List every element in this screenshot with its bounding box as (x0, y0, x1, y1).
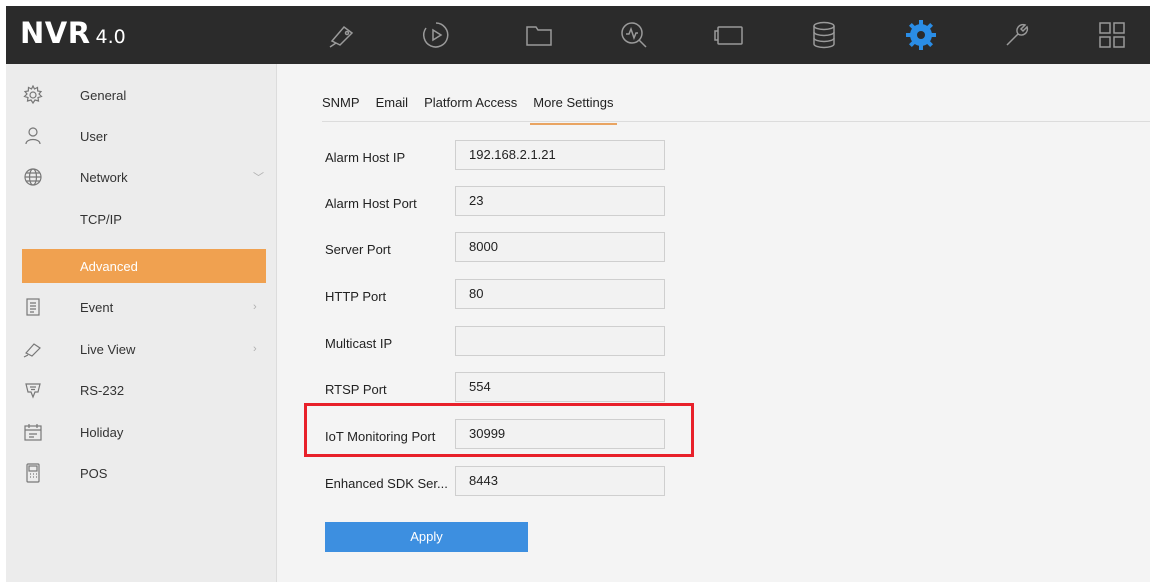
sidebar-item-event[interactable]: Event › (6, 288, 276, 326)
sidebar-item-label: General (80, 87, 127, 103)
sidebar-item-network[interactable]: Network ﹀ (6, 158, 276, 196)
tab-more-settings[interactable]: More Settings (530, 88, 618, 125)
sidebar-item-label: User (80, 128, 108, 144)
sidebar-item-rs-232[interactable]: RS-232 (6, 371, 276, 409)
camera-management-icon[interactable] (712, 18, 748, 52)
chevron-right-icon: › (253, 301, 257, 313)
sidebar-item-label: Holiday (80, 424, 124, 440)
http-port-input[interactable]: 80 (455, 279, 665, 309)
sidebar-item-label: Event (80, 299, 114, 315)
pos-terminal-icon (22, 462, 44, 484)
server-port-label: Server Port (325, 242, 391, 257)
gear-outline-icon (22, 84, 44, 106)
sidebar-item-label: RS-232 (80, 382, 125, 398)
sidebar-item-label: TCP/IP (80, 211, 122, 227)
tab-email[interactable]: Email (376, 88, 409, 118)
multicast-ip-label: Multicast IP (325, 336, 393, 351)
storage-icon[interactable] (806, 18, 842, 52)
sidebar-item-live-view[interactable]: Live View › (6, 330, 276, 368)
menu-grid-icon[interactable] (1094, 18, 1130, 52)
globe-icon (22, 166, 44, 188)
logo-version-text: 4.0 (95, 26, 126, 48)
chevron-down-icon: ﹀ (253, 172, 264, 184)
nvr-window: NVR 4.0 General User Network ﹀ TCP/IP Ad… (6, 6, 1150, 582)
server-port-input[interactable]: 8000 (455, 232, 665, 262)
http-port-label: HTTP Port (325, 289, 387, 304)
rs232-port-icon (22, 379, 44, 401)
rtsp-port-label: RTSP Port (325, 382, 387, 397)
sidebar-item-label: Network (80, 169, 128, 185)
apply-button[interactable]: Apply (325, 522, 528, 552)
sidebar-item-general[interactable]: General (6, 76, 276, 114)
chevron-right-icon: › (253, 343, 257, 355)
smart-analysis-icon[interactable] (616, 18, 652, 52)
calendar-icon (22, 421, 44, 443)
camera-icon (22, 338, 44, 360)
configuration-gear-icon[interactable] (903, 18, 939, 52)
enhanced-sdk-service-port-input[interactable]: 8443 (455, 466, 665, 496)
alarm-host-ip-input[interactable]: 192.168.2.1.21 (455, 140, 665, 170)
live-view-camera-icon[interactable] (324, 18, 360, 52)
enhanced-sdk-service-port-label: Enhanced SDK Ser... (325, 476, 448, 491)
maintenance-wrench-icon[interactable] (999, 18, 1035, 52)
sidebar-item-user[interactable]: User (6, 117, 276, 155)
top-navigation-bar: NVR 4.0 (6, 6, 1150, 64)
sidebar-item-label: POS (80, 465, 108, 481)
rtsp-port-input[interactable]: 554 (455, 372, 665, 402)
alarm-host-ip-label: Alarm Host IP (325, 150, 406, 165)
sidebar-item-label: Advanced (80, 258, 138, 274)
settings-main-panel: SNMP Email Platform Access More Settings… (277, 64, 1150, 582)
tab-divider (322, 121, 1150, 122)
tab-platform-access[interactable]: Platform Access (424, 88, 517, 118)
iot-port-highlight-box (304, 403, 694, 457)
settings-sidebar: General User Network ﹀ TCP/IP Advanced E… (6, 64, 277, 582)
alarm-host-port-input[interactable]: 23 (455, 186, 665, 216)
logo-main-text: NVR (20, 16, 91, 50)
sidebar-item-label: Live View (80, 341, 136, 357)
user-icon (22, 125, 44, 147)
tab-snmp[interactable]: SNMP (322, 88, 360, 118)
sidebar-item-tcp-ip[interactable]: TCP/IP (6, 200, 276, 238)
multicast-ip-input[interactable] (455, 326, 665, 356)
clipboard-icon (22, 296, 44, 318)
sidebar-item-holiday[interactable]: Holiday (6, 413, 276, 451)
sidebar-item-advanced[interactable]: Advanced (22, 249, 266, 283)
nvr-logo: NVR 4.0 (20, 16, 126, 50)
alarm-host-port-label: Alarm Host Port (325, 196, 417, 211)
sidebar-item-pos[interactable]: POS (6, 454, 276, 492)
playback-icon[interactable] (418, 18, 454, 52)
file-folder-icon[interactable] (521, 18, 557, 52)
settings-tabs: SNMP Email Platform Access More Settings (322, 88, 629, 125)
